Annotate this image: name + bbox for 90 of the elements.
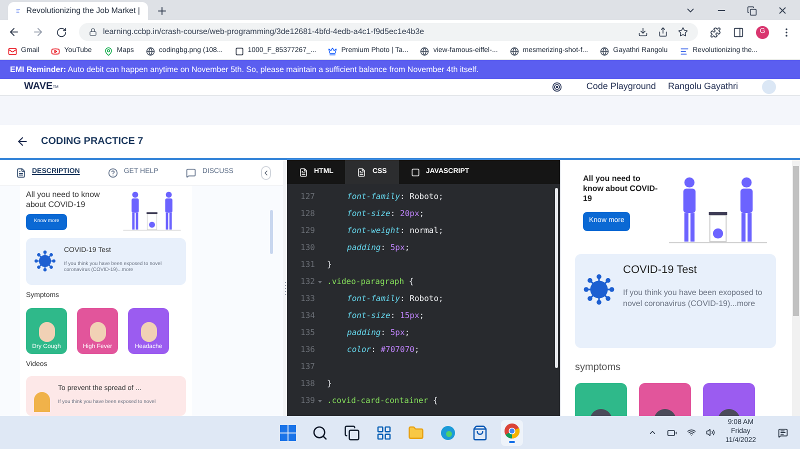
search-icon[interactable]	[312, 424, 328, 440]
line-number: 139	[300, 394, 315, 406]
code-line: color: #707070;	[347, 344, 420, 356]
file-icon	[357, 168, 366, 176]
user-name: Rangolu Gayathri	[668, 80, 738, 94]
code-line: font-size: 20px;	[347, 208, 424, 220]
code-line: padding: 5px;	[347, 242, 410, 254]
card-title: COVID-19 Test	[623, 263, 698, 278]
reload-icon[interactable]	[56, 26, 67, 38]
logo-text: WAVE	[24, 82, 53, 92]
url-text: learning.ccbp.in/crash-course/web-programming/3de12681-4bfd-4edb-a4c1-f9d5ec1e4b3e	[103, 26, 424, 38]
star-icon[interactable]	[678, 27, 688, 37]
globe-icon	[600, 47, 610, 56]
chrome-icon[interactable]	[504, 422, 520, 438]
volume-icon[interactable]	[706, 428, 716, 437]
line-number: 138	[300, 378, 315, 390]
person-picture	[90, 322, 106, 342]
windows-logo-icon[interactable]	[280, 424, 296, 440]
lock-icon	[89, 28, 97, 36]
lines-icon	[680, 47, 689, 56]
task-view-icon[interactable]	[344, 424, 360, 440]
document-icon	[16, 168, 26, 178]
line-number: 130	[300, 242, 315, 254]
install-icon[interactable]	[638, 27, 648, 37]
card-text: If you think you have been exoposed to novel coronavirus (COVID-19)...more	[623, 286, 764, 308]
scrollbar	[270, 210, 273, 254]
file-icon	[299, 168, 308, 176]
store-bag-icon[interactable]	[472, 424, 488, 440]
hero-heading: All you need to know about COVID-19	[583, 174, 659, 204]
globe-icon	[510, 47, 519, 56]
back-arrow-icon[interactable]	[16, 135, 29, 148]
share-icon[interactable]	[658, 27, 668, 37]
code-line: font-family: Roboto;	[347, 292, 444, 304]
code-line: }	[327, 378, 332, 390]
browser-tab[interactable]: Revolutionizing the Job Market |	[8, 2, 148, 20]
line-number: 135	[300, 326, 315, 338]
practice-title: CODING PRACTICE 7	[41, 135, 144, 149]
section-heading: symptoms	[575, 361, 622, 375]
fold-arrow-icon[interactable]	[318, 280, 322, 284]
nav-link[interactable]: Code Playground	[586, 80, 656, 94]
code-line: }	[327, 258, 332, 270]
line-number: 129	[300, 224, 315, 236]
file-icon	[410, 168, 420, 176]
mail-icon	[8, 47, 17, 56]
chat-icon	[186, 168, 196, 178]
code-line: .video-paragraph {	[327, 276, 414, 288]
hero-heading: All you need to know about COVID-19	[26, 190, 101, 210]
globe-icon	[420, 47, 430, 56]
browser-icon[interactable]	[440, 424, 456, 440]
code-line: font-family: Roboto;	[347, 190, 444, 202]
square-icon	[234, 47, 244, 56]
battery-icon[interactable]	[667, 428, 678, 438]
side-panel-icon[interactable]	[733, 26, 744, 38]
map-pin-icon	[104, 47, 113, 56]
doctor-picture	[34, 392, 50, 412]
playground-icon	[552, 82, 562, 92]
line-number: 136	[300, 344, 315, 356]
code-line: padding: 5px;	[347, 326, 410, 338]
line-number: 131	[300, 258, 315, 270]
notification-icon[interactable]	[778, 428, 788, 438]
code-line: .covid-card-container {	[327, 394, 438, 406]
help-icon	[108, 168, 118, 178]
line-number: 128	[300, 208, 315, 220]
chevron-up-icon[interactable]	[648, 428, 658, 437]
widgets-icon[interactable]	[376, 424, 392, 440]
line-number: 133	[300, 292, 315, 304]
person-picture	[140, 322, 156, 342]
globe-icon	[146, 47, 155, 56]
back-icon[interactable]	[8, 26, 20, 38]
new-tab-icon[interactable]	[156, 5, 168, 17]
code-line: font-weight: normal;	[347, 224, 444, 236]
forward-icon[interactable]	[32, 26, 44, 38]
tab-title: Revolutionizing the Job Market |	[26, 5, 140, 17]
close-icon[interactable]	[777, 5, 788, 16]
line-number: 134	[300, 310, 315, 322]
reminder-text: EMI Reminder: Auto debit can happen anytime on November 5th. So, please maintain a sufficient balance from November 4th itself.	[10, 64, 479, 76]
video-icon	[51, 47, 60, 56]
people-illustration	[120, 190, 184, 232]
wifi-icon[interactable]	[687, 428, 696, 437]
restore-icon[interactable]	[747, 6, 757, 16]
address-bar[interactable]: learning.ccbp.in/crash-course/web-programming/3de12681-4bfd-4edb-a4c1-f9d5ec1e4b3e	[79, 23, 698, 41]
line-number: 127	[300, 190, 315, 202]
code-line: font-size: 15px;	[347, 310, 424, 322]
fold-arrow-icon[interactable]	[318, 398, 322, 402]
person-picture	[38, 322, 54, 342]
virus-icon	[34, 250, 56, 272]
line-number: 137	[300, 360, 315, 372]
crown-icon	[328, 47, 338, 56]
extensions-icon[interactable]	[710, 26, 721, 38]
line-number: 132	[300, 276, 315, 288]
